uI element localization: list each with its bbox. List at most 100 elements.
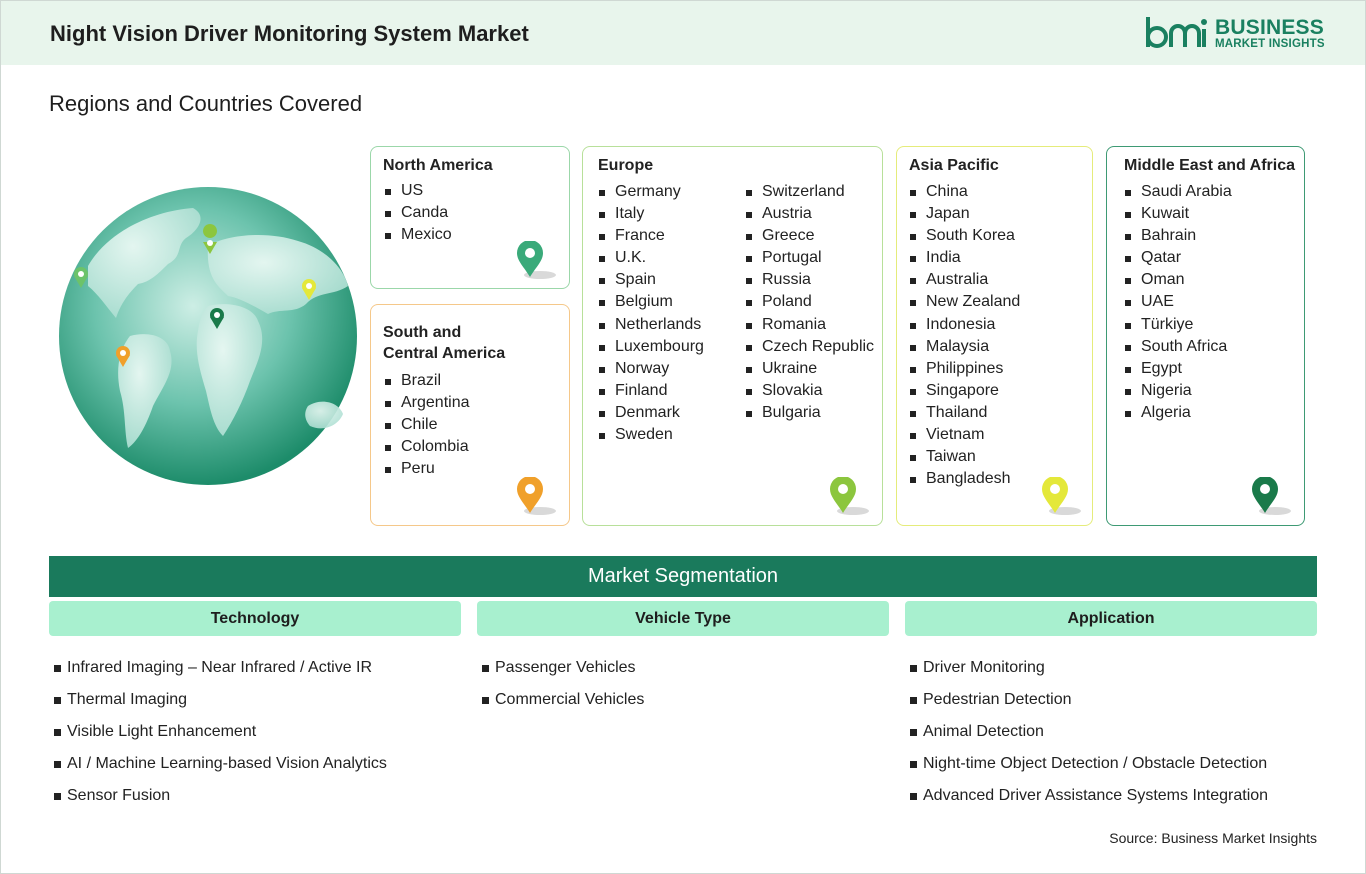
list-item: New Zealand <box>909 291 1020 313</box>
region-title: Middle East and Africa <box>1124 157 1295 174</box>
list-item: Night-time Object Detection / Obstacle D… <box>905 748 1268 780</box>
list-item: Poland <box>745 291 874 313</box>
list-item: Japan <box>909 203 1020 225</box>
logo-text-market-insights: MARKET INSIGHTS <box>1215 38 1325 50</box>
list-item: Kuwait <box>1124 203 1232 225</box>
list-item: Driver Monitoring <box>905 652 1268 684</box>
list-item: Netherlands <box>598 314 704 336</box>
list-item: Canda <box>384 202 452 224</box>
list-item: Bahrain <box>1124 225 1232 247</box>
list-item: Brazil <box>384 370 470 392</box>
list-item: Thailand <box>909 402 1020 424</box>
list-item: Argentina <box>384 392 470 414</box>
list-item: Animal Detection <box>905 716 1268 748</box>
list-item: Pedestrian Detection <box>905 684 1268 716</box>
list-item: Colombia <box>384 436 470 458</box>
bmi-logo-icon <box>1146 17 1207 48</box>
vehicle-type-list: Passenger Vehicles Commercial Vehicles <box>477 652 644 716</box>
list-item: Russia <box>745 269 874 291</box>
technology-list: Infrared Imaging – Near Infrared / Activ… <box>49 652 387 812</box>
list-item: Sweden <box>598 424 704 446</box>
region-title: Europe <box>598 157 654 174</box>
country-list-col2: Switzerland Austria Greece Portugal Russ… <box>745 181 874 424</box>
map-pin-icon <box>1042 477 1081 515</box>
list-item: Qatar <box>1124 247 1232 269</box>
list-item: Spain <box>598 269 704 291</box>
list-item: Australia <box>909 269 1020 291</box>
list-item: China <box>909 181 1020 203</box>
list-item: Bulgaria <box>745 402 874 424</box>
region-card-middle-east-africa: Middle East and Africa Saudi Arabia Kuwa… <box>1106 146 1305 526</box>
map-pin-icon <box>517 241 556 279</box>
segment-header-application: Application <box>905 601 1317 636</box>
list-item: Malaysia <box>909 336 1020 358</box>
segmentation-title-bar: Market Segmentation <box>49 556 1317 597</box>
world-globe-illustration <box>59 187 357 485</box>
list-item: Commercial Vehicles <box>477 684 644 716</box>
list-item: Germany <box>598 181 704 203</box>
list-item: Philippines <box>909 358 1020 380</box>
company-logo: BUSINESS MARKET INSIGHTS <box>1145 15 1325 55</box>
list-item: Türkiye <box>1124 314 1232 336</box>
list-item: Singapore <box>909 380 1020 402</box>
list-item: Chile <box>384 414 470 436</box>
region-title-line1: South and <box>383 324 462 341</box>
list-item: Finland <box>598 380 704 402</box>
source-note: Source: Business Market Insights <box>1109 830 1317 846</box>
list-item: Passenger Vehicles <box>477 652 644 684</box>
list-item: South Korea <box>909 225 1020 247</box>
list-item: Taiwan <box>909 446 1020 468</box>
list-item: UAE <box>1124 291 1232 313</box>
list-item: Greece <box>745 225 874 247</box>
list-item: US <box>384 180 452 202</box>
list-item: Peru <box>384 458 470 480</box>
country-list-col1: Germany Italy France U.K. Spain Belgium … <box>598 181 704 446</box>
list-item: Bangladesh <box>909 468 1020 490</box>
country-list: US Canda Mexico <box>384 180 452 246</box>
list-item: South Africa <box>1124 336 1232 358</box>
application-list: Driver Monitoring Pedestrian Detection A… <box>905 652 1268 812</box>
list-item: Saudi Arabia <box>1124 181 1232 203</box>
list-item: France <box>598 225 704 247</box>
header-bar: Night Vision Driver Monitoring System Ma… <box>1 1 1365 65</box>
map-pin-icon <box>830 477 869 515</box>
list-item: Sensor Fusion <box>49 780 387 812</box>
region-card-north-america: North America US Canda Mexico <box>370 146 570 289</box>
list-item: Slovakia <box>745 380 874 402</box>
region-card-europe: Europe Germany Italy France U.K. Spain B… <box>582 146 883 526</box>
logo-text-business: BUSINESS <box>1215 16 1324 39</box>
region-title: Asia Pacific <box>909 157 999 174</box>
list-item: Norway <box>598 358 704 380</box>
list-item: Austria <box>745 203 874 225</box>
list-item: Switzerland <box>745 181 874 203</box>
list-item: Portugal <box>745 247 874 269</box>
segment-header-vehicle-type: Vehicle Type <box>477 601 889 636</box>
region-card-asia-pacific: Asia Pacific China Japan South Korea Ind… <box>896 146 1093 526</box>
list-item: Mexico <box>384 224 452 246</box>
list-item: U.K. <box>598 247 704 269</box>
list-item: Vietnam <box>909 424 1020 446</box>
map-pin-icon <box>517 477 556 515</box>
region-title: North America <box>383 157 493 174</box>
list-item: Infrared Imaging – Near Infrared / Activ… <box>49 652 387 684</box>
list-item: Belgium <box>598 291 704 313</box>
list-item: Oman <box>1124 269 1232 291</box>
map-pin-icon <box>1252 477 1291 515</box>
list-item: India <box>909 247 1020 269</box>
country-list: China Japan South Korea India Australia … <box>909 181 1020 490</box>
section-subtitle: Regions and Countries Covered <box>49 91 363 116</box>
region-title-line2: Central America <box>383 345 506 362</box>
list-item: Nigeria <box>1124 380 1232 402</box>
list-item: Italy <box>598 203 704 225</box>
page-title: Night Vision Driver Monitoring System Ma… <box>50 21 529 46</box>
list-item: Ukraine <box>745 358 874 380</box>
segment-header-technology: Technology <box>49 601 461 636</box>
list-item: Denmark <box>598 402 704 424</box>
country-list: Brazil Argentina Chile Colombia Peru <box>384 370 470 480</box>
list-item: Egypt <box>1124 358 1232 380</box>
list-item: Thermal Imaging <box>49 684 387 716</box>
region-card-south-central-america: South and Central America Brazil Argenti… <box>370 304 570 526</box>
list-item: Indonesia <box>909 314 1020 336</box>
list-item: Luxembourg <box>598 336 704 358</box>
list-item: Advanced Driver Assistance Systems Integ… <box>905 780 1268 812</box>
